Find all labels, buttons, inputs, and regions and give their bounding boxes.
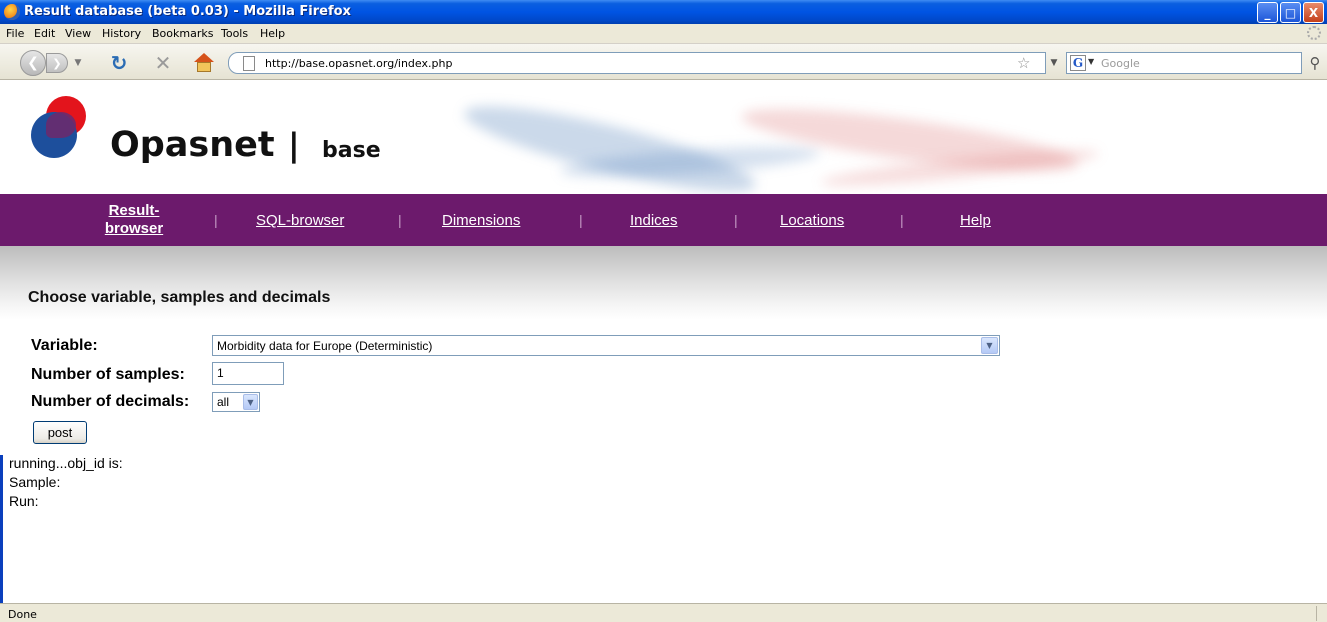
home-icon[interactable] xyxy=(193,53,215,73)
opasnet-logo-icon xyxy=(46,112,76,138)
url-text[interactable]: http://base.opasnet.org/index.php xyxy=(265,57,452,70)
site-name: Opasnet xyxy=(110,125,275,165)
close-button[interactable]: X xyxy=(1303,2,1324,23)
search-engine-dropdown-icon[interactable]: ▼ xyxy=(1088,57,1094,66)
nav-result-browser-line2[interactable]: browser xyxy=(105,220,163,237)
site-navigation: Result-browser | SQL-browser | Dimension… xyxy=(0,194,1327,246)
site-banner: Opasnet | base xyxy=(0,80,1327,194)
window-title-bar: Result database (beta 0.03) - Mozilla Fi… xyxy=(0,0,1327,24)
search-bar[interactable]: G ▼ Google xyxy=(1066,52,1302,74)
variable-select-value[interactable]: Morbidity data for Europe (Deterministic… xyxy=(217,339,432,353)
menu-view[interactable]: View xyxy=(65,27,91,40)
samples-label: Number of samples: xyxy=(31,366,185,383)
forward-button[interactable]: ❯ xyxy=(46,53,68,73)
site-subtitle: base xyxy=(322,138,381,163)
nav-separator: | xyxy=(900,212,904,228)
search-placeholder[interactable]: Google xyxy=(1101,57,1140,70)
output-run: Run: xyxy=(9,493,39,509)
nav-dimensions[interactable]: Dimensions xyxy=(442,212,520,229)
menu-history[interactable]: History xyxy=(102,27,141,40)
output-sample: Sample: xyxy=(9,474,61,490)
samples-input[interactable]: 1 xyxy=(212,362,284,385)
menu-tools[interactable]: Tools xyxy=(221,27,248,40)
decimals-select-value[interactable]: all xyxy=(217,395,229,409)
bookmark-star-icon[interactable]: ☆ xyxy=(1017,54,1030,72)
variable-label: Variable: xyxy=(31,337,98,354)
google-icon[interactable]: G xyxy=(1070,55,1086,71)
back-button[interactable]: ❮ xyxy=(20,50,46,76)
nav-separator: | xyxy=(398,212,402,228)
nav-locations[interactable]: Locations xyxy=(780,212,844,229)
nav-indices[interactable]: Indices xyxy=(630,212,678,229)
menu-file[interactable]: File xyxy=(6,27,24,40)
menu-bookmarks[interactable]: Bookmarks xyxy=(152,27,213,40)
nav-sql-browser[interactable]: SQL-browser xyxy=(256,212,344,229)
throbber-icon xyxy=(1307,26,1321,40)
nav-result-browser[interactable]: Result-browser xyxy=(84,202,184,238)
nav-result-browser-line1[interactable]: Result- xyxy=(109,202,160,219)
status-text: Done xyxy=(8,608,37,621)
stop-icon[interactable]: ✕ xyxy=(152,51,174,75)
decimals-select[interactable]: all ▼ xyxy=(212,392,260,412)
window-title: Result database (beta 0.03) - Mozilla Fi… xyxy=(24,4,351,19)
decimals-label: Number of decimals: xyxy=(31,393,190,410)
site-name-separator: | xyxy=(288,126,300,164)
minimize-button[interactable]: _ xyxy=(1257,2,1278,23)
banner-decoration xyxy=(458,90,762,194)
firefox-icon xyxy=(4,4,20,20)
search-magnifier-icon[interactable]: ⚲ xyxy=(1306,53,1324,73)
url-dropdown-icon[interactable]: ▼ xyxy=(1048,56,1060,70)
menu-bar: File Edit View History Bookmarks Tools H… xyxy=(0,24,1327,44)
dropdown-arrow-icon[interactable]: ▼ xyxy=(243,394,258,410)
nav-separator: | xyxy=(214,212,218,228)
back-arrow-icon: ❮ xyxy=(27,55,39,71)
page-icon xyxy=(243,56,255,71)
menu-help[interactable]: Help xyxy=(260,27,285,40)
status-bar: Done xyxy=(0,603,1327,622)
menu-edit[interactable]: Edit xyxy=(34,27,55,40)
history-dropdown-icon[interactable]: ▼ xyxy=(72,56,84,70)
section-header-band xyxy=(0,246,1327,320)
reload-icon[interactable]: ↻ xyxy=(108,51,130,75)
section-heading: Choose variable, samples and decimals xyxy=(28,289,331,306)
url-bar[interactable]: http://base.opasnet.org/index.php ☆ xyxy=(228,52,1046,74)
nav-separator: | xyxy=(734,212,738,228)
nav-help[interactable]: Help xyxy=(960,212,991,229)
status-divider xyxy=(1316,606,1317,621)
post-button[interactable]: post xyxy=(33,421,87,444)
forward-arrow-icon: ❯ xyxy=(52,56,62,70)
output-obj-id: running...obj_id is: xyxy=(9,455,123,471)
dropdown-arrow-icon[interactable]: ▼ xyxy=(981,337,998,354)
navigation-toolbar: ❮ ❯ ▼ ↻ ✕ http://base.opasnet.org/index.… xyxy=(0,44,1327,80)
maximize-button[interactable]: □ xyxy=(1280,2,1301,23)
nav-separator: | xyxy=(579,212,583,228)
window-frame xyxy=(0,455,10,603)
variable-select[interactable]: Morbidity data for Europe (Deterministic… xyxy=(212,335,1000,356)
